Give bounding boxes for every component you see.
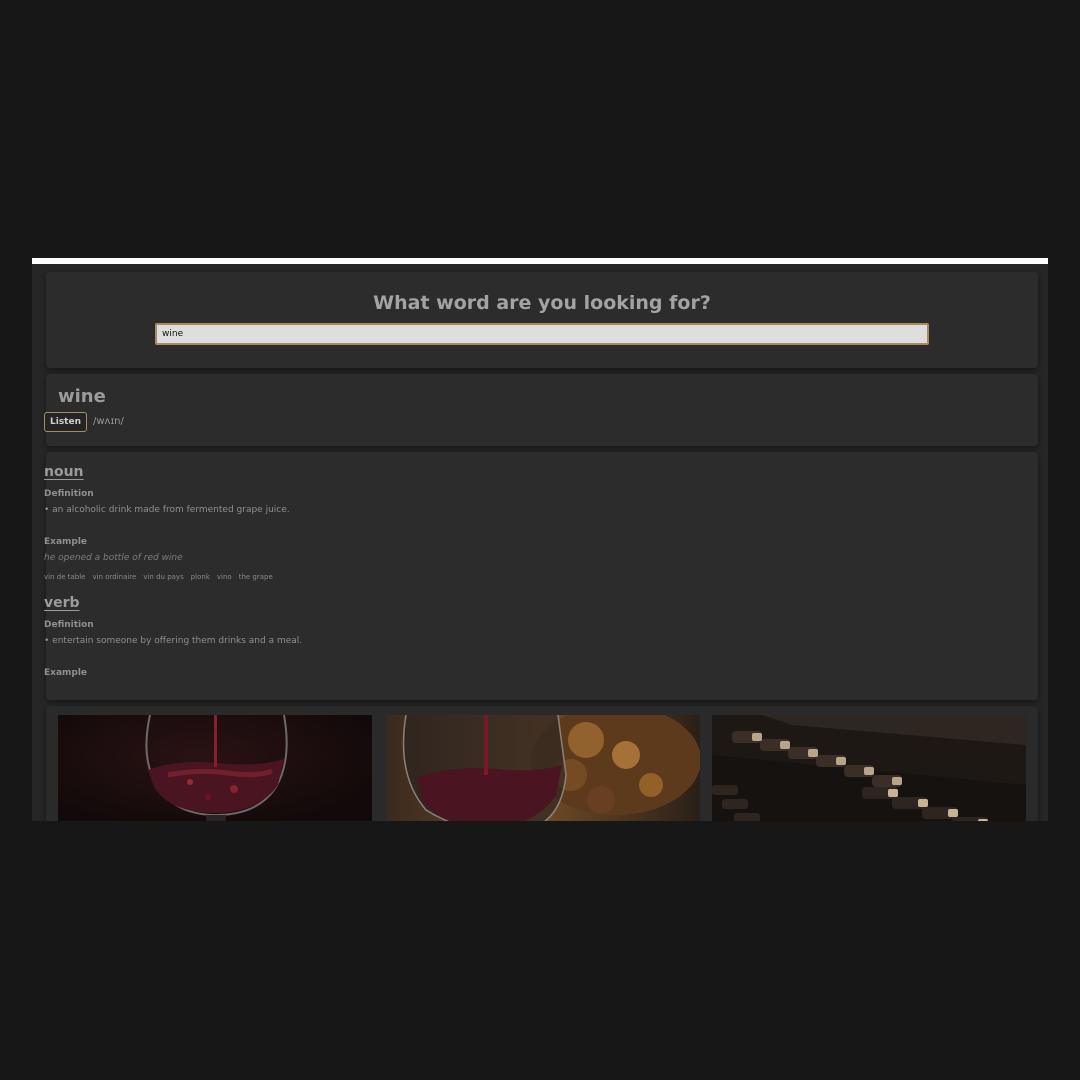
wine-cellar-image[interactable] [712, 715, 1026, 821]
example-label: Example [44, 537, 88, 547]
definition-label: Definition [44, 489, 94, 499]
definition-label: Definition [44, 620, 94, 630]
word-title: wine [58, 386, 106, 407]
part-of-speech-verb: verb [44, 595, 80, 611]
part-of-speech-noun: noun [44, 464, 84, 480]
synonym-item[interactable]: vino [217, 573, 232, 581]
listen-button[interactable]: Listen [44, 412, 87, 432]
app-window: What word are you looking for? wine List… [32, 258, 1048, 821]
word-header-panel: wine [46, 374, 1038, 446]
example-text: he opened a bottle of red wine [44, 553, 183, 563]
synonym-item[interactable]: plonk [191, 573, 210, 581]
definition-text: • entertain someone by offering them dri… [44, 636, 303, 646]
synonyms-list: vin de table vin ordinaire vin du pays p… [44, 573, 273, 581]
phonetic-text: /wʌɪn/ [93, 416, 124, 427]
wine-pour-image[interactable] [386, 715, 700, 821]
example-label: Example [44, 668, 88, 678]
synonym-item[interactable]: the grape [239, 573, 273, 581]
image-gallery [46, 706, 1038, 821]
wine-glass-image[interactable] [58, 715, 372, 821]
search-heading: What word are you looking for? [373, 292, 711, 314]
synonym-item[interactable]: vin de table [44, 573, 85, 581]
definition-text: • an alcoholic drink made from fermented… [44, 505, 290, 515]
synonym-item[interactable]: vin du pays [143, 573, 183, 581]
search-input[interactable] [155, 323, 929, 345]
synonym-item[interactable]: vin ordinaire [92, 573, 136, 581]
search-panel: What word are you looking for? [46, 272, 1038, 368]
